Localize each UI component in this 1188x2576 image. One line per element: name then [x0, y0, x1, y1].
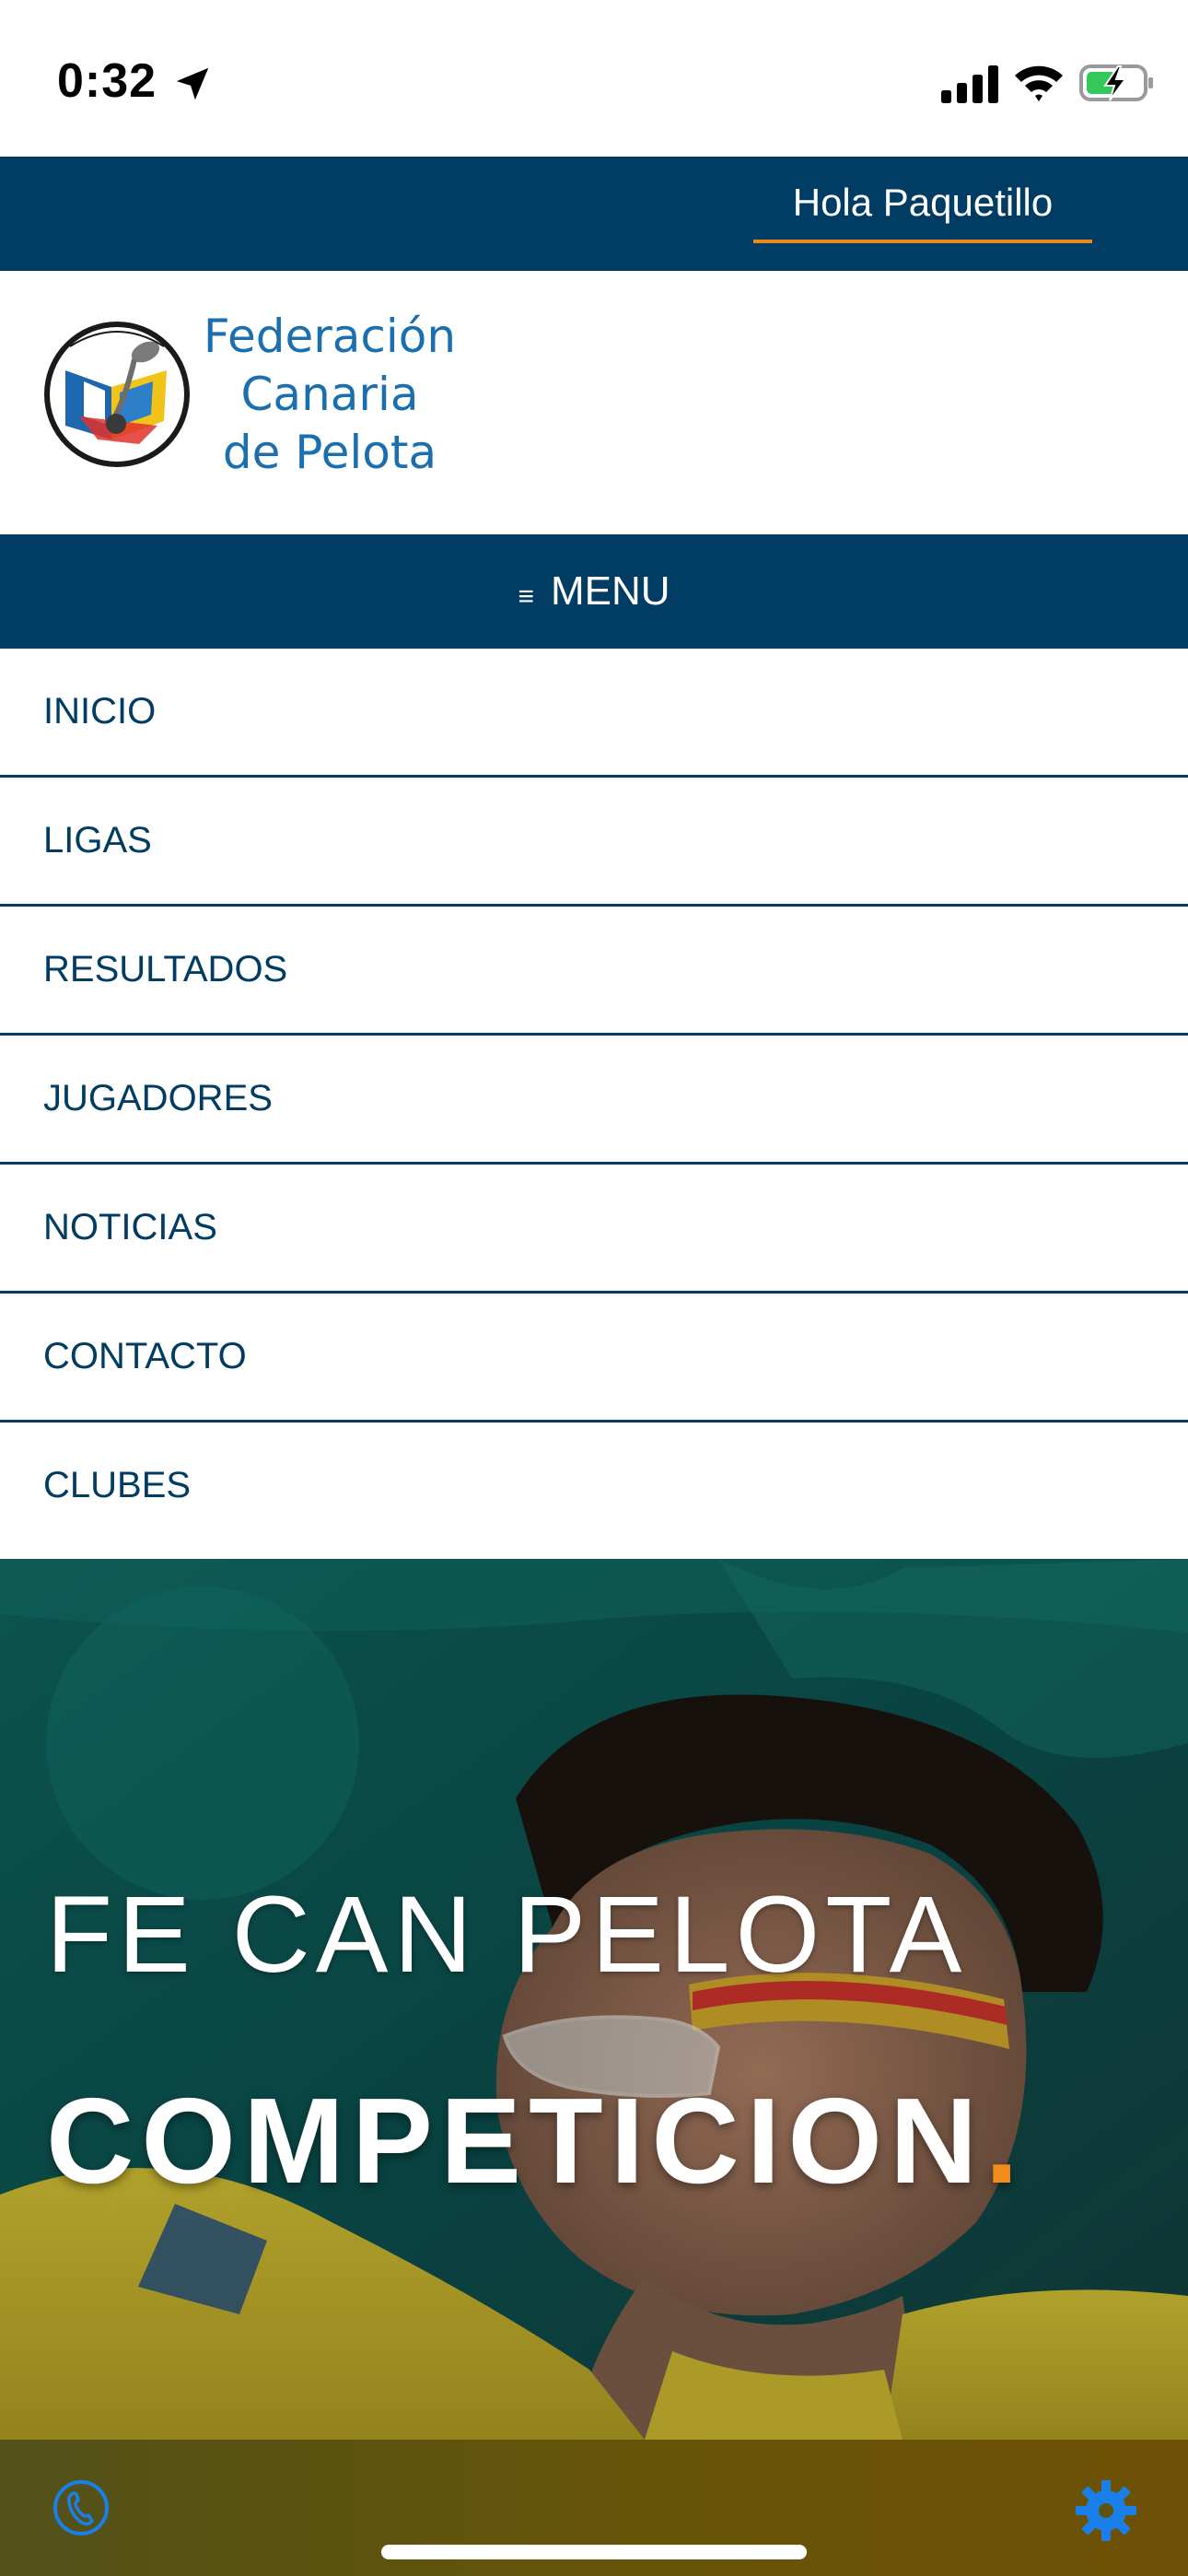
location-arrow-icon — [176, 67, 209, 100]
logo-line-1: Federación — [203, 310, 457, 363]
bottom-bar — [0, 2440, 1188, 2576]
menu-toggle-button[interactable]: ≡ MENU — [0, 534, 1188, 649]
nav-item-resultados[interactable]: RESULTADOS — [0, 907, 1188, 1036]
hero-title-text: COMPETICION — [46, 2073, 985, 2208]
nav-item-ligas[interactable]: LIGAS — [0, 778, 1188, 907]
hero-title-dot: . — [984, 2073, 1027, 2208]
federation-emblem-icon — [44, 322, 190, 467]
federation-name: Federación Canaria de Pelota — [192, 308, 468, 482]
nav-item-noticias[interactable]: NOTICIAS — [0, 1165, 1188, 1294]
hamburger-icon: ≡ — [518, 581, 534, 612]
logo-line-3: de Pelota — [222, 426, 437, 479]
logo-area[interactable]: Federación Canaria de Pelota — [0, 271, 1188, 534]
settings-gear-icon[interactable] — [1074, 2478, 1138, 2543]
hero-player-photo — [0, 1559, 1188, 2440]
phone-icon[interactable] — [52, 2478, 111, 2537]
menu-label: MENU — [550, 568, 670, 614]
logo-line-2: Canaria — [240, 368, 419, 421]
hero-banner: FE CAN PELOTA COMPETICION. — [0, 1559, 1188, 2440]
status-time: 0:32 — [57, 54, 157, 108]
hero-subtitle: FE CAN PELOTA — [46, 1874, 968, 1996]
wifi-icon — [1015, 65, 1063, 101]
home-indicator[interactable] — [381, 2545, 807, 2559]
top-bar: Hola Paquetillo — [0, 157, 1188, 271]
nav-item-clubes[interactable]: CLUBES — [0, 1423, 1188, 1549]
nav-item-contacto[interactable]: CONTACTO — [0, 1294, 1188, 1423]
nav-item-jugadores[interactable]: JUGADORES — [0, 1036, 1188, 1165]
nav-item-inicio[interactable]: INICIO — [0, 649, 1188, 778]
battery-charging-icon — [1079, 64, 1153, 101]
user-greeting-link[interactable]: Hola Paquetillo — [753, 181, 1092, 243]
status-bar: 0:32 — [0, 0, 1188, 157]
hero-title: COMPETICION. — [46, 2071, 1026, 2210]
nav-menu-list: INICIO LIGAS RESULTADOS JUGADORES NOTICI… — [0, 649, 1188, 1549]
signal-bars-icon — [941, 65, 998, 103]
